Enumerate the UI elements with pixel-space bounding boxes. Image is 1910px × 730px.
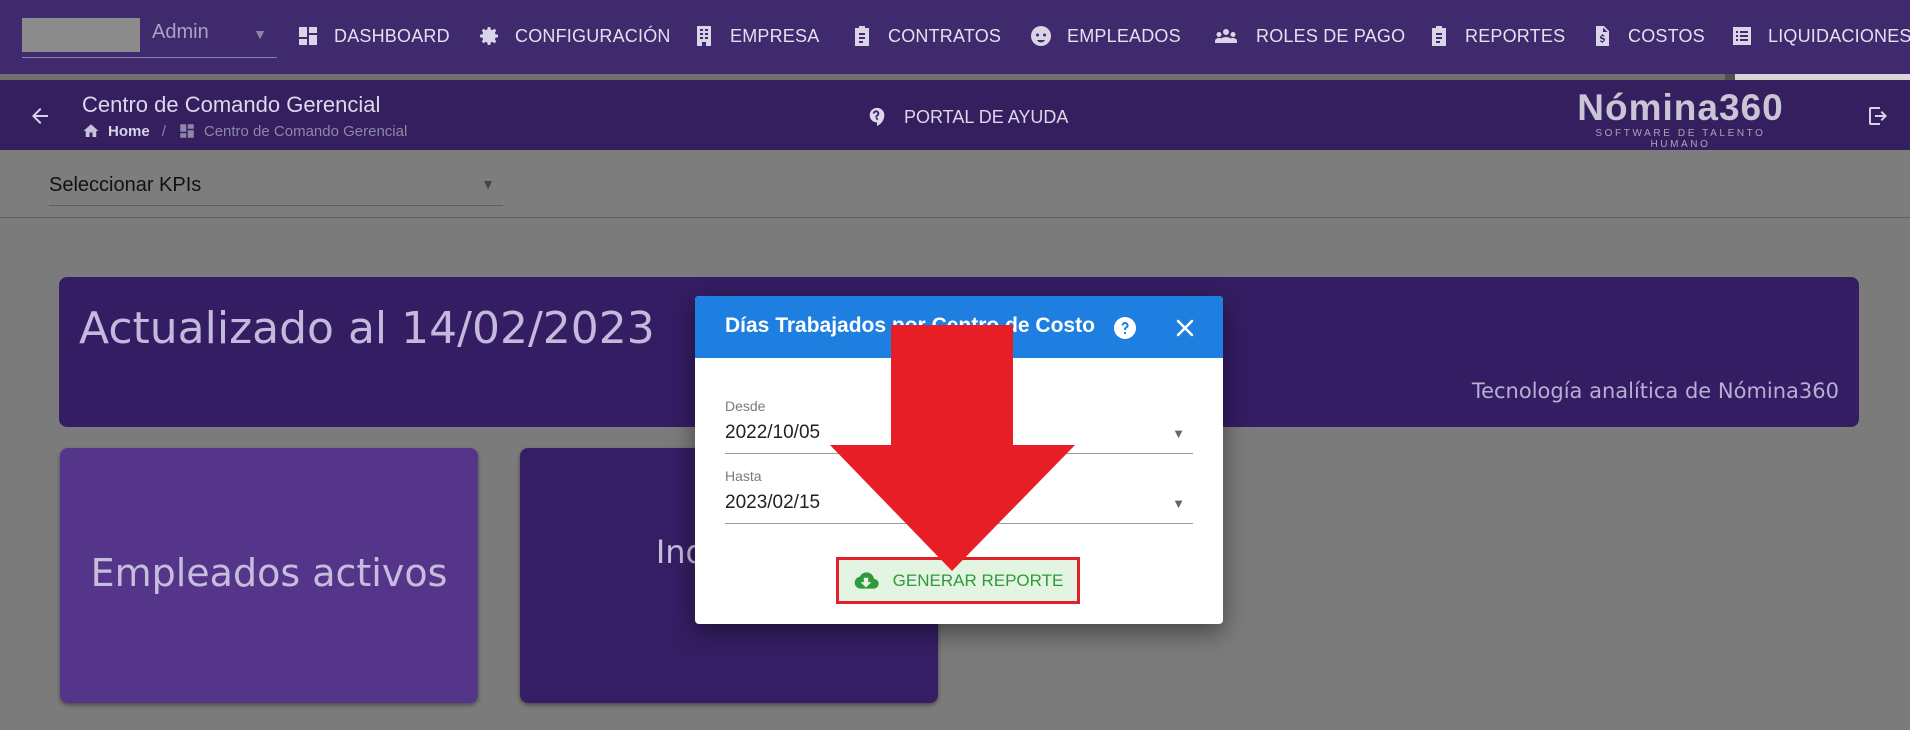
nav-contratos-label: CONTRATOS: [888, 25, 1002, 46]
nav-roles-de-pago[interactable]: ROLES DE PAGO: [1210, 18, 1405, 54]
user-selector[interactable]: Admin ▼: [22, 18, 277, 58]
breadcrumb: Home / Centro de Comando Gerencial: [82, 122, 407, 140]
generate-report-label: GENERAR REPORTE: [892, 570, 1064, 590]
nav-contratos[interactable]: CONTRATOS: [850, 18, 1001, 54]
nav-costos[interactable]: COSTOS: [1590, 18, 1705, 54]
hasta-value: 2023/02/15: [725, 492, 821, 513]
chevron-down-icon: ▼: [481, 176, 495, 192]
nav-costos-label: COSTOS: [1628, 25, 1705, 46]
desde-label: Desde: [725, 398, 766, 414]
user-role: Admin: [152, 21, 209, 43]
chevron-down-icon: ▼: [253, 26, 267, 42]
nav-configuracion[interactable]: CONFIGURACIÓN: [477, 18, 671, 54]
nav-dashboard[interactable]: DASHBOARD: [296, 18, 450, 54]
banner-subtext: Tecnología analítica de Nómina360: [1471, 379, 1839, 403]
invoice-dollar-icon: [1596, 26, 1609, 46]
nav-empleados[interactable]: EMPLEADOS: [1029, 18, 1181, 54]
brand-logo: Nómina360 SOFTWARE DE TALENTO HUMANO: [1568, 87, 1793, 151]
list-icon: [1733, 27, 1751, 45]
logout-icon[interactable]: [1866, 104, 1890, 128]
home-icon: [83, 124, 99, 137]
clipboard-icon: [1432, 26, 1446, 46]
nav-empresa-label: EMPRESA: [730, 25, 820, 46]
help-bubble-icon: [869, 107, 885, 127]
nav-empleados-label: EMPLEADOS: [1067, 25, 1181, 46]
back-arrow-icon[interactable]: [28, 104, 52, 128]
nav-reportes-label: REPORTES: [1465, 25, 1566, 46]
gear-icon: [480, 27, 498, 46]
nav-roles-label: ROLES DE PAGO: [1256, 25, 1406, 46]
kpi-card-empleados[interactable]: Empleados activos: [60, 448, 478, 703]
nav-liquidaciones[interactable]: LIQUIDACIONES: [1730, 18, 1910, 54]
redacted-username: [22, 18, 140, 52]
clipboard-icon: [855, 26, 869, 46]
red-arrow-annotation: [830, 325, 1075, 571]
desde-value: 2022/10/05: [725, 422, 821, 443]
dashboard-icon: [299, 27, 317, 45]
nav-empresa[interactable]: EMPRESA: [692, 18, 819, 54]
page-title: Centro de Comando Gerencial: [82, 92, 381, 117]
close-icon[interactable]: [1173, 316, 1197, 340]
nav-configuracion-label: CONFIGURACIÓN: [515, 25, 671, 46]
cloud-download-icon: [854, 571, 879, 589]
help-icon[interactable]: [1113, 316, 1137, 340]
kpi-select-label: Seleccionar KPIs: [49, 174, 202, 196]
hasta-label: Hasta: [725, 468, 762, 484]
nav-liquidaciones-label: LIQUIDACIONES: [1768, 25, 1910, 46]
breadcrumb-current: Centro de Comando Gerencial: [203, 122, 408, 140]
chevron-down-icon: ▼: [1172, 496, 1185, 511]
kpi-select[interactable]: Seleccionar KPIs ▼: [49, 166, 503, 206]
people-icon: [1215, 29, 1237, 43]
banner-heading: Actualizado al 14/02/2023: [79, 303, 655, 354]
chevron-down-icon: ▼: [1172, 426, 1185, 441]
brand-name: Nómina360: [1577, 87, 1784, 128]
breadcrumb-separator: /: [161, 122, 166, 140]
breadcrumb-home[interactable]: Home: [108, 123, 150, 140]
help-portal-link[interactable]: PORTAL DE AYUDA: [866, 106, 1068, 128]
nav-reportes[interactable]: REPORTES: [1427, 18, 1565, 54]
nav-dashboard-label: DASHBOARD: [334, 25, 450, 46]
face-icon: [1031, 26, 1051, 46]
brand-tagline: SOFTWARE DE TALENTO HUMANO: [1595, 128, 1766, 150]
kpi-card-title: Empleados activos: [90, 551, 448, 595]
dashboard-icon: [180, 124, 194, 138]
help-portal-label: PORTAL DE AYUDA: [904, 106, 1069, 127]
building-icon: [697, 26, 711, 46]
